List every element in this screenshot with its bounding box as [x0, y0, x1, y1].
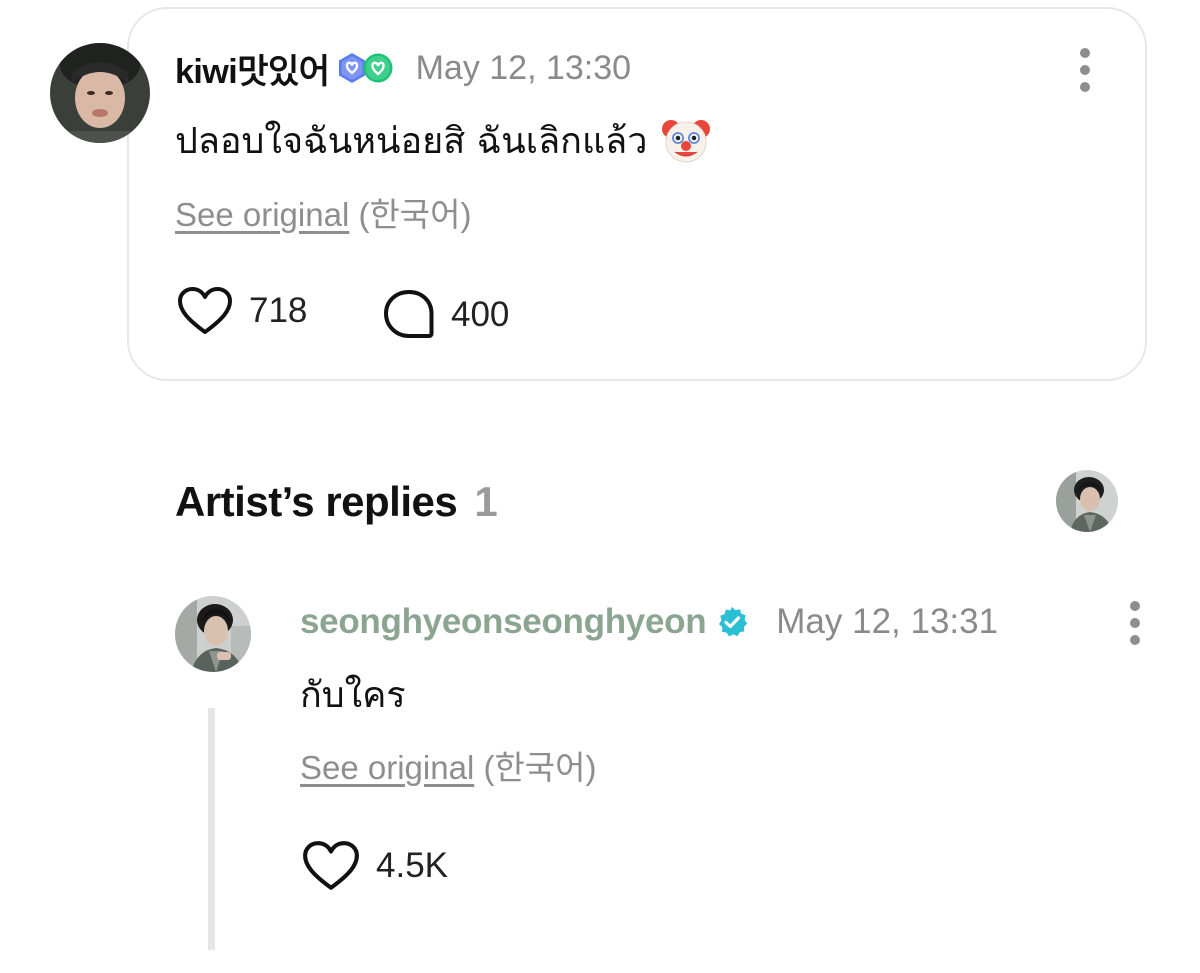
- reply-see-original-row: See original (한국어): [300, 741, 597, 789]
- reply-like-button[interactable]: 4.5K: [302, 840, 448, 892]
- user-badges: [336, 52, 394, 84]
- heart-badge-icon: [363, 53, 393, 83]
- reply-text: กับใคร: [300, 674, 406, 716]
- reply-like-count: 4.5K: [376, 846, 448, 885]
- artist-replies-heading: Artist’s replies 1: [175, 478, 498, 526]
- reply-original-language: (한국어): [483, 749, 597, 786]
- reply-more-options-icon[interactable]: [1129, 601, 1141, 645]
- post-text: ปลอบใจฉันหน่อยสิ ฉันเลิกแล้ว: [175, 120, 648, 162]
- reply-see-original-link[interactable]: See original: [300, 749, 474, 786]
- thread-connector-line: [208, 708, 215, 950]
- reply-timestamp: May 12, 13:31: [776, 602, 999, 641]
- post-comment-count: 400: [451, 295, 510, 334]
- post-header: kiwi맛있어 May 12, 13:30: [175, 44, 631, 92]
- reply-author-avatar[interactable]: [175, 596, 251, 672]
- reply-body: กับใคร: [300, 666, 406, 722]
- heart-icon: [178, 287, 232, 334]
- comment-thread-page: kiwi맛있어 May 12, 13:30 ปลอบใจฉันหน่อยสิ ฉ…: [0, 0, 1200, 973]
- see-original-link[interactable]: See original: [175, 196, 349, 233]
- reply-username[interactable]: seonghyeonseonghyeon: [300, 602, 707, 642]
- post-timestamp: May 12, 13:30: [415, 48, 632, 87]
- post-like-button[interactable]: 718: [177, 286, 307, 336]
- artist-replies-count: 1: [474, 478, 498, 525]
- heart-icon: [303, 841, 359, 890]
- clown-face-emoji: [662, 120, 711, 163]
- post-like-count: 718: [249, 291, 308, 330]
- post-more-options-icon[interactable]: [1079, 48, 1091, 92]
- artist-replies-title: Artist’s replies: [175, 478, 458, 525]
- artist-avatar-small[interactable]: [1056, 470, 1118, 532]
- reply-header: seonghyeonseonghyeon May 12, 13:31: [300, 598, 998, 646]
- verified-badge-icon: [719, 607, 748, 637]
- original-language: (한국어): [358, 196, 472, 233]
- post-username[interactable]: kiwi맛있어: [175, 44, 330, 93]
- post-author-avatar[interactable]: [50, 43, 150, 143]
- see-original-row: See original (한국어): [175, 188, 472, 236]
- post-comment-button[interactable]: 400: [383, 289, 509, 341]
- comment-bubble-icon: [384, 290, 434, 338]
- post-body: ปลอบใจฉันหน่อยสิ ฉันเลิกแล้ว: [175, 112, 711, 168]
